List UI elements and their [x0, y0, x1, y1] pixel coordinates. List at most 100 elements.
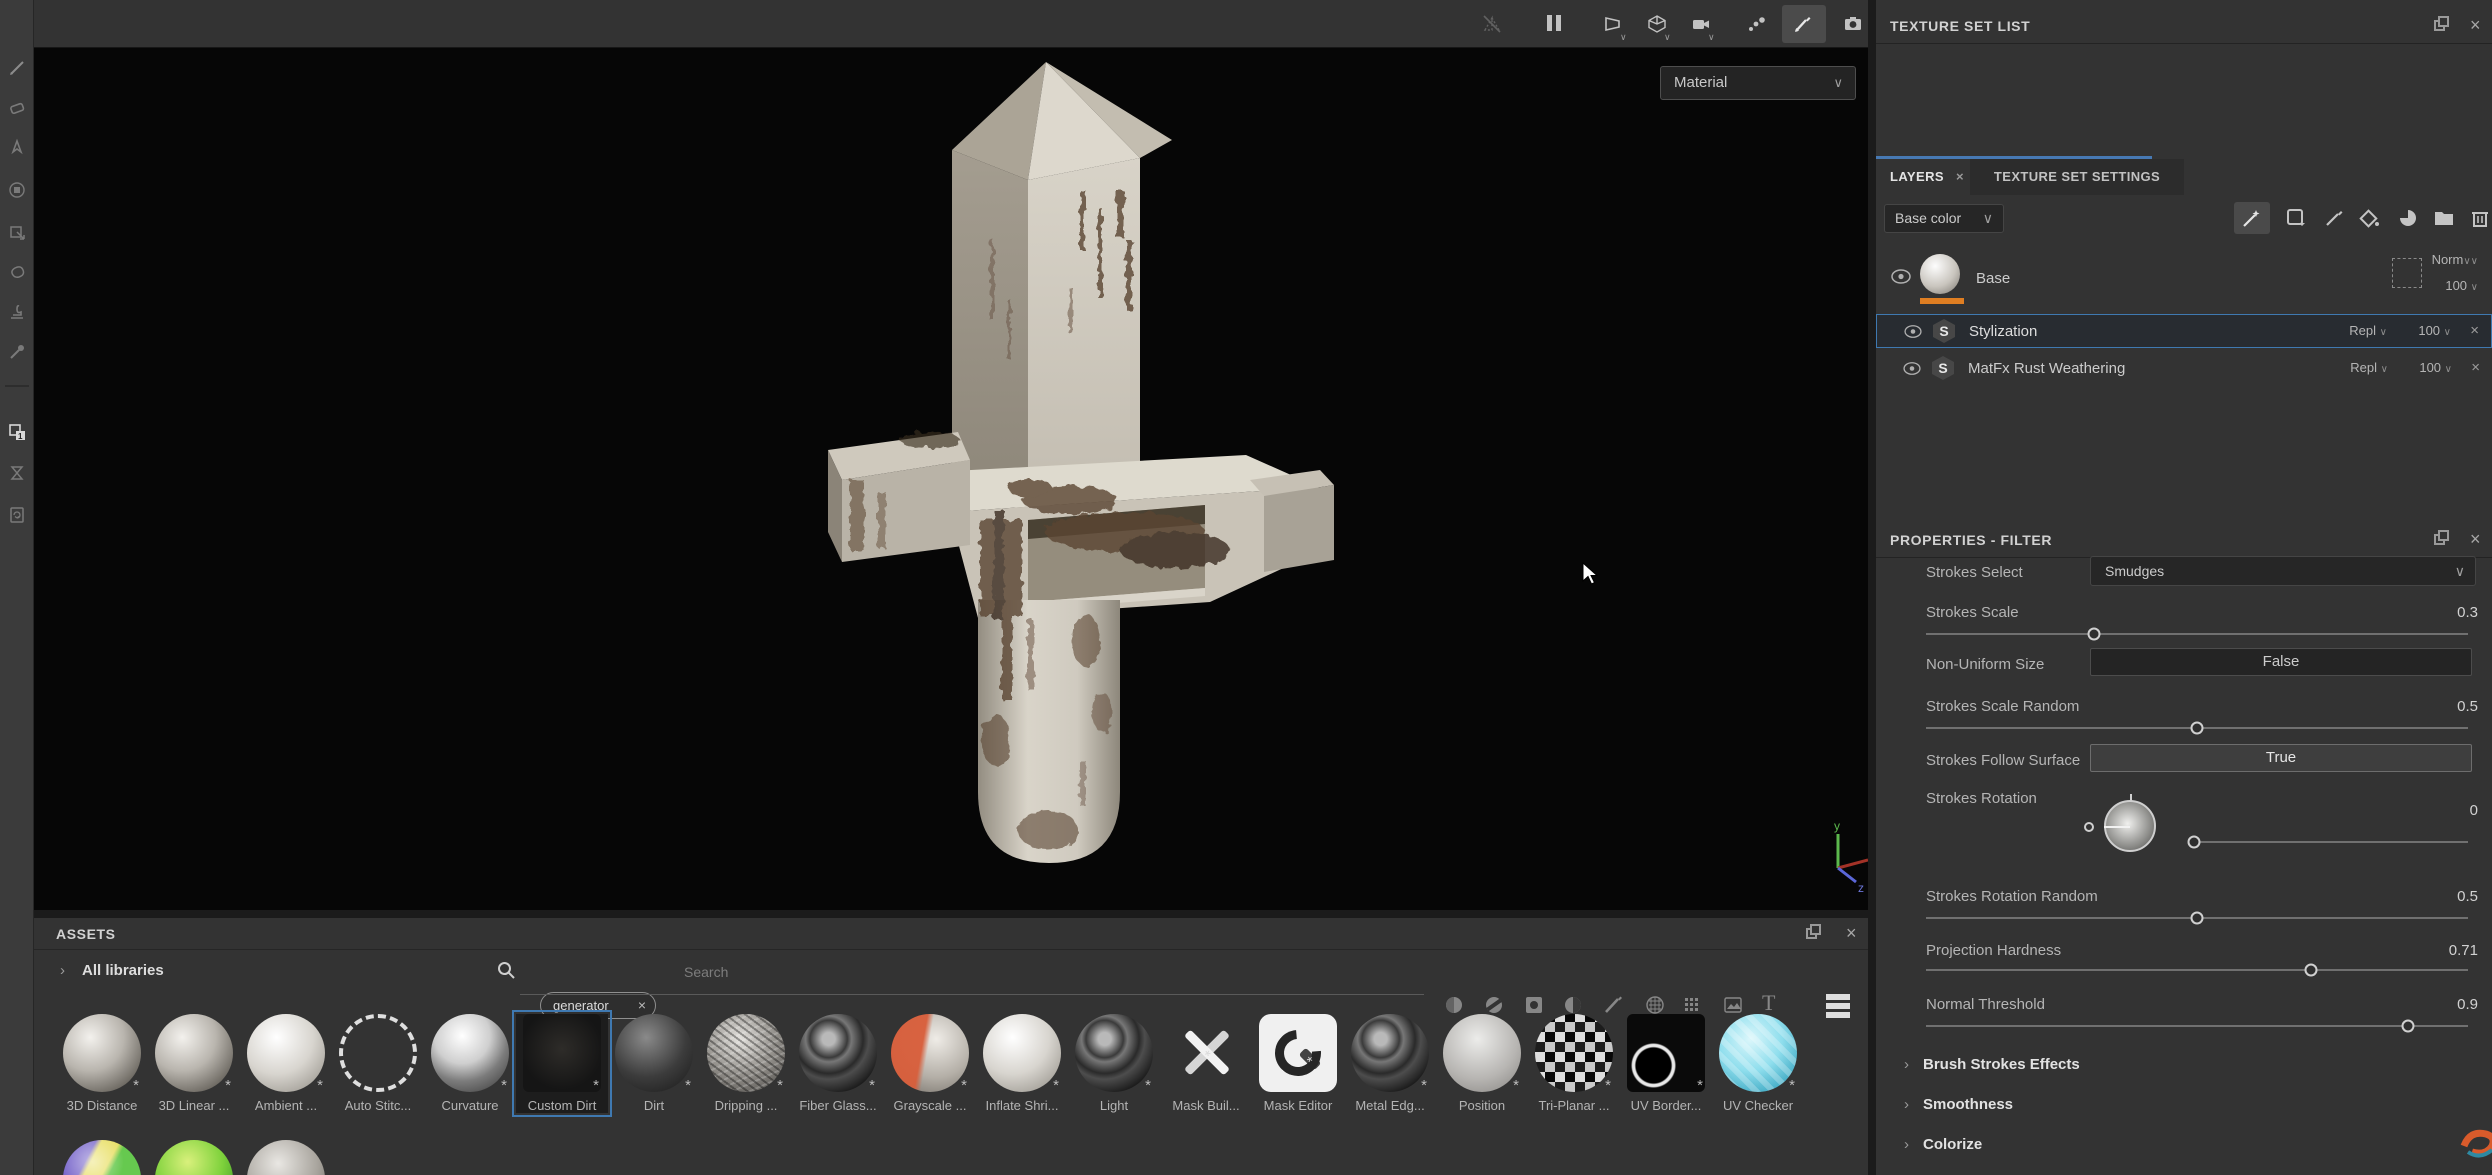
asset-tile[interactable]: Metal Edg...	[1344, 1014, 1436, 1113]
asset-thumbnail[interactable]	[983, 1014, 1061, 1092]
asset-tile[interactable]: 3D Linear ...	[148, 1014, 240, 1113]
chevron-expand-icon[interactable]: ›	[60, 962, 65, 979]
asset-tile[interactable]: Curvature	[424, 1014, 516, 1113]
slider-knob[interactable]	[2304, 964, 2317, 977]
search-placeholder[interactable]: Search	[684, 964, 728, 980]
channel-filter-dropdown[interactable]: Base color ∨	[1884, 204, 2004, 233]
filter-smart-materials-icon[interactable]	[1483, 994, 1505, 1016]
asset-thumbnail[interactable]	[891, 1014, 969, 1092]
slider-knob[interactable]	[2088, 628, 2101, 641]
projection-hardness-slider[interactable]	[1926, 969, 2468, 971]
filter-procedurals-icon[interactable]	[1644, 994, 1666, 1016]
close-panel-icon[interactable]: ×	[2470, 18, 2481, 32]
layer-row-base[interactable]: Base Norm∨∨ 100 ∨	[1876, 248, 2492, 308]
filter-textures-icon[interactable]	[1722, 994, 1744, 1016]
strokes-follow-surface-toggle[interactable]: True	[2090, 744, 2472, 772]
paint-tool-icon[interactable]	[7, 58, 27, 78]
close-tab-icon[interactable]: ×	[1956, 169, 1964, 184]
asset-tile[interactable]: Tri-Planar ...	[1528, 1014, 1620, 1113]
filter-fonts-icon[interactable]: T	[1762, 990, 1784, 1012]
strokes-rotation-random-slider[interactable]	[1926, 917, 2468, 919]
maximize-panel-icon[interactable]	[1806, 928, 1817, 939]
add-paint-layer-icon[interactable]	[2322, 206, 2346, 230]
projection-tool-icon[interactable]	[7, 137, 27, 157]
asset-thumbnail[interactable]	[155, 1140, 233, 1175]
filter-hardware-icon[interactable]	[1682, 994, 1704, 1016]
asset-thumbnail[interactable]	[155, 1014, 233, 1092]
layer-thumbnail[interactable]	[1920, 254, 1960, 294]
asset-tile[interactable]: Light	[1068, 1014, 1160, 1113]
delete-layer-icon[interactable]	[2468, 206, 2492, 230]
add-fill-layer-icon[interactable]	[2358, 206, 2382, 230]
strokes-scale-slider[interactable]	[1926, 633, 2468, 635]
filter-smart-masks-icon[interactable]	[1523, 994, 1545, 1016]
asset-thumbnail[interactable]	[1535, 1014, 1613, 1092]
asset-tile[interactable]	[148, 1140, 240, 1175]
3d-model[interactable]	[780, 48, 1360, 900]
3d-viewport[interactable]: Material ∨ y x z	[34, 48, 1868, 910]
shading-mode-dropdown[interactable]: Material ∨	[1660, 66, 1856, 100]
strokes-scale-random-slider[interactable]	[1926, 727, 2468, 729]
blend-mode-dropdown[interactable]: Repl ∨	[2349, 323, 2387, 338]
material-picker-tool-icon[interactable]	[7, 342, 27, 362]
asset-thumbnail[interactable]	[1351, 1014, 1429, 1092]
asset-tile[interactable]: Grayscale ...	[884, 1014, 976, 1113]
layer-row-stylization[interactable]: S Stylization Repl ∨ 100 ∨ ×	[1876, 314, 2492, 348]
asset-thumbnail[interactable]	[1627, 1014, 1705, 1092]
asset-thumbnail[interactable]	[1167, 1014, 1245, 1092]
asset-thumbnail[interactable]	[707, 1014, 785, 1092]
filter-materials-icon[interactable]	[1443, 994, 1465, 1016]
strokes-select-dropdown[interactable]: Smudges ∨	[2090, 556, 2476, 586]
asset-thumbnail[interactable]	[431, 1014, 509, 1092]
polygon-fill-tool-icon[interactable]	[7, 180, 27, 200]
strokes-rotation-slider[interactable]	[2194, 841, 2468, 843]
eye-icon[interactable]	[1890, 268, 1912, 285]
layer-opacity-dropdown[interactable]: 100 ∨	[2418, 323, 2451, 338]
add-smart-material-icon[interactable]	[2284, 206, 2308, 230]
asset-tile[interactable]: UV Checker	[1712, 1014, 1804, 1113]
section-colorize[interactable]: ›Colorize	[1904, 1136, 1982, 1153]
tab-texture-set-settings[interactable]: TEXTURE SET SETTINGS	[1970, 159, 2184, 195]
asset-tile[interactable]: Fiber Glass...	[792, 1014, 884, 1113]
asset-tile[interactable]: Ambient ...	[240, 1014, 332, 1113]
asset-tile[interactable]: Auto Stitc...	[332, 1014, 424, 1113]
asset-thumbnail[interactable]	[339, 1014, 417, 1092]
blend-mode-dropdown[interactable]: Norm∨∨	[2432, 252, 2478, 267]
eye-icon[interactable]	[1902, 361, 1922, 376]
remove-layer-icon[interactable]: ×	[2470, 322, 2479, 339]
pause-engine-icon[interactable]	[1544, 13, 1566, 35]
symmetry-off-icon[interactable]	[1481, 13, 1503, 35]
layer-opacity-dropdown[interactable]: 100 ∨	[2419, 360, 2452, 375]
filter-brushes-icon[interactable]	[1602, 994, 1624, 1016]
asset-tile[interactable]	[56, 1140, 148, 1175]
close-panel-icon[interactable]: ×	[2470, 532, 2481, 546]
rotation-dial-handle[interactable]	[2084, 822, 2094, 832]
stamp-tool-icon[interactable]	[7, 302, 27, 322]
filter-filters-icon[interactable]	[1562, 994, 1584, 1016]
paint-brush-icon[interactable]	[1791, 13, 1813, 35]
chevron-down-icon[interactable]: ∨	[1620, 32, 1627, 43]
non-uniform-size-toggle[interactable]: False	[2090, 648, 2472, 676]
asset-thumbnail[interactable]	[63, 1014, 141, 1092]
asset-thumbnail[interactable]	[247, 1014, 325, 1092]
asset-thumbnail[interactable]	[1259, 1014, 1337, 1092]
export-resource-icon[interactable]	[7, 505, 27, 525]
normal-threshold-slider[interactable]	[1926, 1025, 2468, 1027]
rotation-dial[interactable]	[2104, 800, 2156, 852]
add-effect-wand-icon[interactable]	[2240, 206, 2264, 230]
asset-tile[interactable]: Dirt	[608, 1014, 700, 1113]
asset-thumbnail[interactable]	[799, 1014, 877, 1092]
close-panel-icon[interactable]: ×	[1846, 926, 1857, 940]
library-selector[interactable]: All libraries	[82, 962, 164, 979]
remove-layer-icon[interactable]: ×	[2471, 359, 2480, 376]
asset-tile[interactable]: Custom Dirt	[516, 1014, 608, 1113]
slider-knob[interactable]	[2188, 836, 2201, 849]
maximize-panel-icon[interactable]	[2434, 534, 2445, 545]
asset-thumbnail[interactable]	[523, 1014, 601, 1092]
capture-screenshot-icon[interactable]	[1842, 13, 1864, 35]
asset-tile[interactable]: 3D Distance	[56, 1014, 148, 1113]
layer-opacity-dropdown[interactable]: 100 ∨	[2445, 278, 2478, 293]
asset-tile[interactable]: Mask Buil...	[1160, 1014, 1252, 1113]
asset-tile[interactable]: Mask Editor	[1252, 1014, 1344, 1113]
add-generator-icon[interactable]	[2396, 206, 2420, 230]
